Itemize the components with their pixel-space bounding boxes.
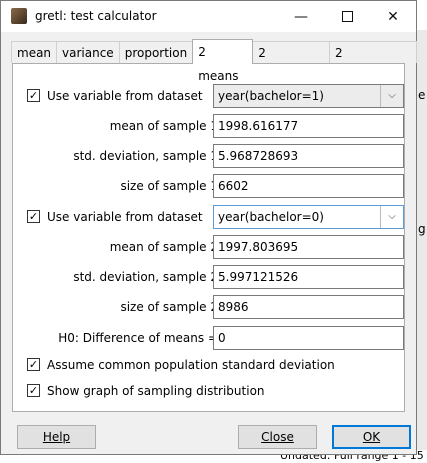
common-sd-row: ✓ Assume common population standard devi… [13, 353, 404, 377]
sample1-mean-label: mean of sample 1 [109, 119, 218, 133]
two-means-panel: ✓ Use variable from dataset year(bachelo… [12, 63, 405, 412]
tab-variance[interactable]: variance [56, 41, 120, 63]
sample2-size-field[interactable]: 8986 [213, 295, 404, 319]
sample1-sd-field[interactable]: 5.968728693 [213, 144, 404, 168]
show-graph-checkbox[interactable]: ✓ [27, 384, 40, 397]
sample2-sd-field[interactable]: 5.997121526 [213, 265, 404, 289]
close-window-button[interactable]: ✕ [370, 1, 416, 32]
gretl-app-icon [11, 8, 27, 24]
test-calculator-dialog: gretl: test calculator — ✕ mean variance… [0, 0, 417, 455]
sample2-mean-field[interactable]: 1997.803695 [213, 235, 404, 259]
sample2-size-row: size of sample 2 8986 [13, 295, 404, 319]
sample2-variable-value: year(bachelor=0) [218, 210, 324, 224]
sample1-size-row: size of sample 1 6602 [13, 174, 404, 198]
minimize-button[interactable]: — [278, 1, 324, 32]
sample2-use-dataset-checkbox[interactable]: ✓ [27, 210, 40, 223]
background-text: g [418, 222, 426, 236]
tab-proportion[interactable]: proportion [118, 41, 194, 63]
sample2-variable-select[interactable]: year(bachelor=0) ⌵ [213, 205, 404, 229]
sample1-sd-row: std. deviation, sample 1 5.968728693 [13, 144, 404, 168]
maximize-icon [341, 11, 353, 22]
tab-2-proportions[interactable]: 2 proportions [328, 41, 417, 82]
sample1-use-dataset-checkbox[interactable]: ✓ [27, 89, 40, 102]
common-sd-checkbox[interactable]: ✓ [27, 358, 40, 371]
ok-button-label: OK [362, 430, 381, 444]
show-graph-label: Show graph of sampling distribution [47, 384, 265, 398]
h0-label: H0: Difference of means = [58, 331, 218, 345]
tab-bar: mean variance proportion 2 means 2 varia… [11, 39, 417, 83]
tab-2-means[interactable]: 2 means [192, 39, 254, 83]
title-bar[interactable]: gretl: test calculator — ✕ [1, 1, 416, 32]
sample2-use-dataset-label: Use variable from dataset [47, 210, 203, 224]
sample2-dataset-row: ✓ Use variable from dataset year(bachelo… [13, 205, 404, 229]
sample2-size-label: size of sample 2 [120, 300, 218, 314]
sample1-size-field[interactable]: 6602 [213, 174, 404, 198]
sample2-mean-row: mean of sample 2 1997.803695 [13, 235, 404, 259]
maximize-button[interactable] [324, 1, 370, 32]
help-button-label: Help [42, 430, 71, 444]
tab-mean[interactable]: mean [11, 41, 58, 63]
sample1-mean-row: mean of sample 1 1998.616177 [13, 114, 404, 138]
background-text: e [418, 88, 426, 102]
common-sd-label: Assume common population standard deviat… [47, 358, 335, 372]
close-icon: ✕ [387, 8, 399, 25]
ok-button[interactable]: OK [332, 425, 411, 449]
sample1-mean-field[interactable]: 1998.616177 [213, 114, 404, 138]
minimize-icon: — [294, 8, 308, 25]
sample1-variable-value: year(bachelor=1) [218, 89, 324, 103]
h0-row: H0: Difference of means = 0 [13, 326, 404, 350]
show-graph-row: ✓ Show graph of sampling distribution [13, 379, 404, 403]
close-button[interactable]: Close [238, 425, 317, 449]
sample2-sd-label: std. deviation, sample 2 [73, 270, 218, 284]
chevron-down-icon[interactable]: ⌵ [380, 85, 403, 107]
sample2-sd-row: std. deviation, sample 2 5.997121526 [13, 265, 404, 289]
sample1-variable-select[interactable]: year(bachelor=1) ⌵ [213, 84, 404, 108]
sample1-size-label: size of sample 1 [120, 179, 218, 193]
h0-field[interactable]: 0 [213, 326, 404, 350]
sample2-mean-label: mean of sample 2 [109, 240, 218, 254]
window-title: gretl: test calculator [35, 9, 157, 23]
chevron-down-icon[interactable]: ⌵ [380, 206, 403, 228]
tab-2-variances[interactable]: 2 variances [252, 41, 330, 82]
sample1-sd-label: std. deviation, sample 1 [73, 149, 218, 163]
sample1-use-dataset-label: Use variable from dataset [47, 89, 203, 103]
close-button-label: Close [261, 430, 294, 444]
help-button[interactable]: Help [17, 425, 96, 449]
